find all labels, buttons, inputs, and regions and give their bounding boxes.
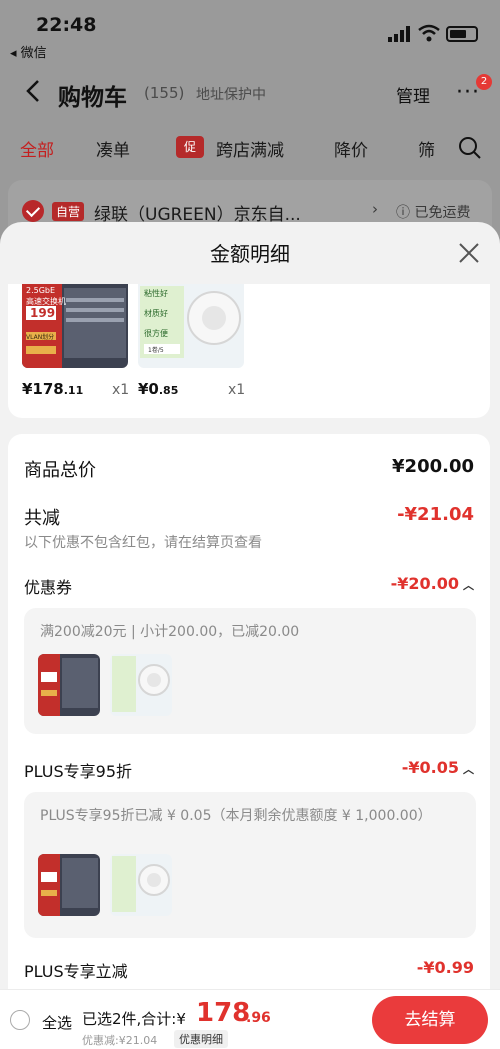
notification-badge: 2: [476, 74, 492, 90]
total-label: 商品总价: [24, 460, 96, 481]
tab-all[interactable]: 全部: [20, 136, 54, 161]
plus-detail-box: PLUS专享95折已减 ¥ 0.05（本月剩余优惠额度 ¥ 1,000.00）: [24, 792, 476, 938]
product-image-tape[interactable]: 粘性好 材质好 很方便 1卷/5: [138, 284, 244, 368]
product-price: ¥0.85: [138, 380, 179, 398]
checkout-button[interactable]: 去结算: [372, 996, 488, 1044]
coupon-detail-box: 满200减20元 | 小计200.00，已减20.00: [24, 608, 476, 734]
thumb-text: 很方便: [144, 329, 168, 338]
sheet-title: 金额明细: [210, 242, 290, 266]
address-protection[interactable]: 地址保护中: [196, 84, 266, 104]
plus-instant-value: -¥0.99: [416, 958, 474, 977]
thumb-price: 199: [30, 306, 56, 320]
selected-summary: 已选2件,合计:¥: [82, 1010, 186, 1028]
product-list: 2.5GbE 高速交换机 199 VLAN划分 粘性好 材质好 很方便 1卷/5…: [8, 284, 490, 418]
back-arrow-icon[interactable]: [22, 78, 48, 104]
discount-note: 以下优惠不包含红包，请在结算页查看: [24, 535, 262, 551]
plus-instant-label: PLUS专享立减: [24, 962, 128, 981]
self-operated-tag: 自营: [52, 202, 85, 221]
manage-button[interactable]: 管理: [396, 82, 430, 107]
total-price-dec: .96: [246, 1010, 271, 1026]
cart-header: 购物车 (155) 地址保护中 管理 ··· 2: [0, 66, 500, 118]
chevron-right-icon[interactable]: ›: [372, 200, 378, 218]
checkout-bar: 全选 已选2件,合计:¥ 178 .96 优惠减:¥21.04 优惠明细 去结算: [0, 989, 500, 1049]
plus-product-tape: [110, 854, 172, 916]
status-time: 22:48: [36, 14, 97, 36]
cart-count: (155): [144, 84, 185, 102]
wifi-icon: [418, 24, 440, 42]
thumb-text: 粘性好: [144, 289, 168, 298]
amount-breakdown: 商品总价 ¥200.00 共减 -¥21.04 以下优惠不包含红包，请在结算页查…: [8, 434, 490, 1034]
chevron-up-icon: ︿: [463, 762, 474, 776]
page-title: 购物车: [58, 85, 127, 111]
tab-filter[interactable]: 筛: [418, 136, 435, 161]
shipping-status: ⓘ 已免运费: [396, 205, 471, 221]
plus-discount-label: PLUS专享95折: [24, 762, 132, 781]
reduce-label: 共减: [24, 508, 60, 529]
reduce-value: -¥21.04: [397, 504, 474, 525]
coupon-toggle[interactable]: -¥20.00 ︿: [391, 574, 474, 593]
shop-checkbox[interactable]: [22, 200, 44, 222]
search-icon[interactable]: [458, 136, 482, 160]
tab-price-drop[interactable]: 降价: [334, 136, 368, 161]
total-price-int: 178: [196, 998, 251, 1028]
amount-detail-sheet: 金额明细 2.5GbE 高速交换机 199 VLAN划分 粘性好 材质好 很方便…: [0, 222, 500, 1049]
discount-summary: 优惠减:¥21.04: [82, 1034, 158, 1047]
thumb-text: 材质好: [144, 309, 168, 318]
product-image-switch[interactable]: 2.5GbE 高速交换机 199 VLAN划分: [22, 284, 128, 368]
select-all-checkbox[interactable]: [10, 1010, 30, 1030]
coupon-label: 优惠券: [24, 578, 73, 597]
select-all-label[interactable]: 全选: [42, 1012, 72, 1033]
status-bar: 22:48 ◂ 微信: [0, 0, 500, 62]
tab-cross-store[interactable]: 跨店满减: [216, 136, 284, 161]
chevron-up-icon: ︿: [463, 578, 474, 592]
plus-product-switch: [38, 854, 100, 916]
product-qty: x1: [228, 382, 246, 398]
thumb-text: 2.5GbE: [26, 286, 56, 295]
total-value: ¥200.00: [392, 456, 474, 477]
product-price: ¥178.11: [22, 380, 84, 398]
promo-icon: 促: [176, 136, 204, 158]
close-icon[interactable]: [456, 240, 482, 266]
plus-discount-toggle[interactable]: -¥0.05 ︿: [402, 758, 474, 777]
cart-tabs: 全部 凑单 促 跨店满减 降价 筛: [0, 130, 500, 166]
thumb-tag: 1卷/5: [148, 347, 164, 354]
coupon-desc: 满200减20元 | 小计200.00，已减20.00: [40, 624, 300, 640]
discount-detail-button[interactable]: 优惠明细: [174, 1030, 228, 1048]
plus-desc: PLUS专享95折已减 ¥ 0.05（本月剩余优惠额度 ¥ 1,000.00）: [40, 808, 432, 824]
product-qty: x1: [112, 382, 130, 398]
signal-icon: [388, 26, 410, 42]
back-to-wechat[interactable]: ◂ 微信: [10, 42, 47, 61]
thumb-tag: VLAN划分: [26, 334, 55, 341]
coupon-product-switch: [38, 654, 100, 716]
coupon-product-tape: [110, 654, 172, 716]
battery-icon: [446, 26, 478, 42]
tab-bundle[interactable]: 凑单: [96, 136, 130, 161]
